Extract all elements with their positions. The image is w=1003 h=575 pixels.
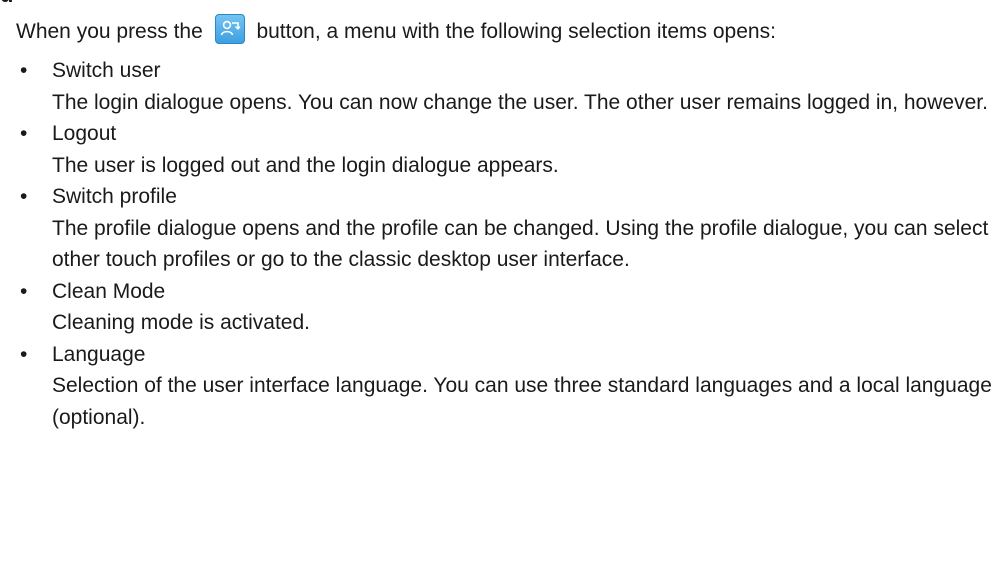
- bullet-icon: •: [20, 342, 28, 366]
- list-item-switch-profile: • Switch profile The profile dialogue op…: [0, 181, 1003, 276]
- item-description: Selection of the user interface language…: [52, 374, 992, 429]
- menu-items-list: • Switch user The login dialogue opens. …: [0, 55, 1003, 433]
- bullet-icon: •: [20, 122, 28, 145]
- item-description: Cleaning mode is activated.: [52, 311, 310, 334]
- list-item-switch-user: • Switch user The login dialogue opens. …: [0, 55, 1003, 118]
- intro-text-before: When you press the: [16, 20, 203, 43]
- document-page: u When you press the button, a menu with…: [0, 0, 1003, 575]
- item-title: Language: [52, 342, 146, 366]
- intro-text-after: button, a menu with the following select…: [256, 20, 776, 43]
- item-title: Switch user: [52, 59, 161, 82]
- item-description: The profile dialogue opens and the profi…: [52, 216, 989, 272]
- item-title: Logout: [52, 122, 117, 145]
- user-switch-icon: [214, 14, 245, 44]
- bullet-icon: •: [20, 185, 28, 208]
- bullet-icon: •: [20, 59, 28, 82]
- item-title: Switch profile: [52, 185, 177, 208]
- list-item-language: • Language Selection of the user interfa…: [0, 339, 1003, 434]
- item-description: The user is logged out and the login dia…: [52, 153, 559, 177]
- item-title: Clean Mode: [52, 279, 166, 303]
- bullet-icon: •: [20, 279, 28, 303]
- list-item-clean-mode: • Clean Mode Cleaning mode is activated.: [0, 276, 1003, 339]
- intro-paragraph: When you press the button, a menu with t…: [16, 14, 776, 48]
- list-item-logout: • Logout The user is logged out and the …: [0, 118, 1003, 181]
- item-description: The login dialogue opens. You can now ch…: [52, 90, 988, 114]
- section-heading-fragment: u: [0, 0, 13, 6]
